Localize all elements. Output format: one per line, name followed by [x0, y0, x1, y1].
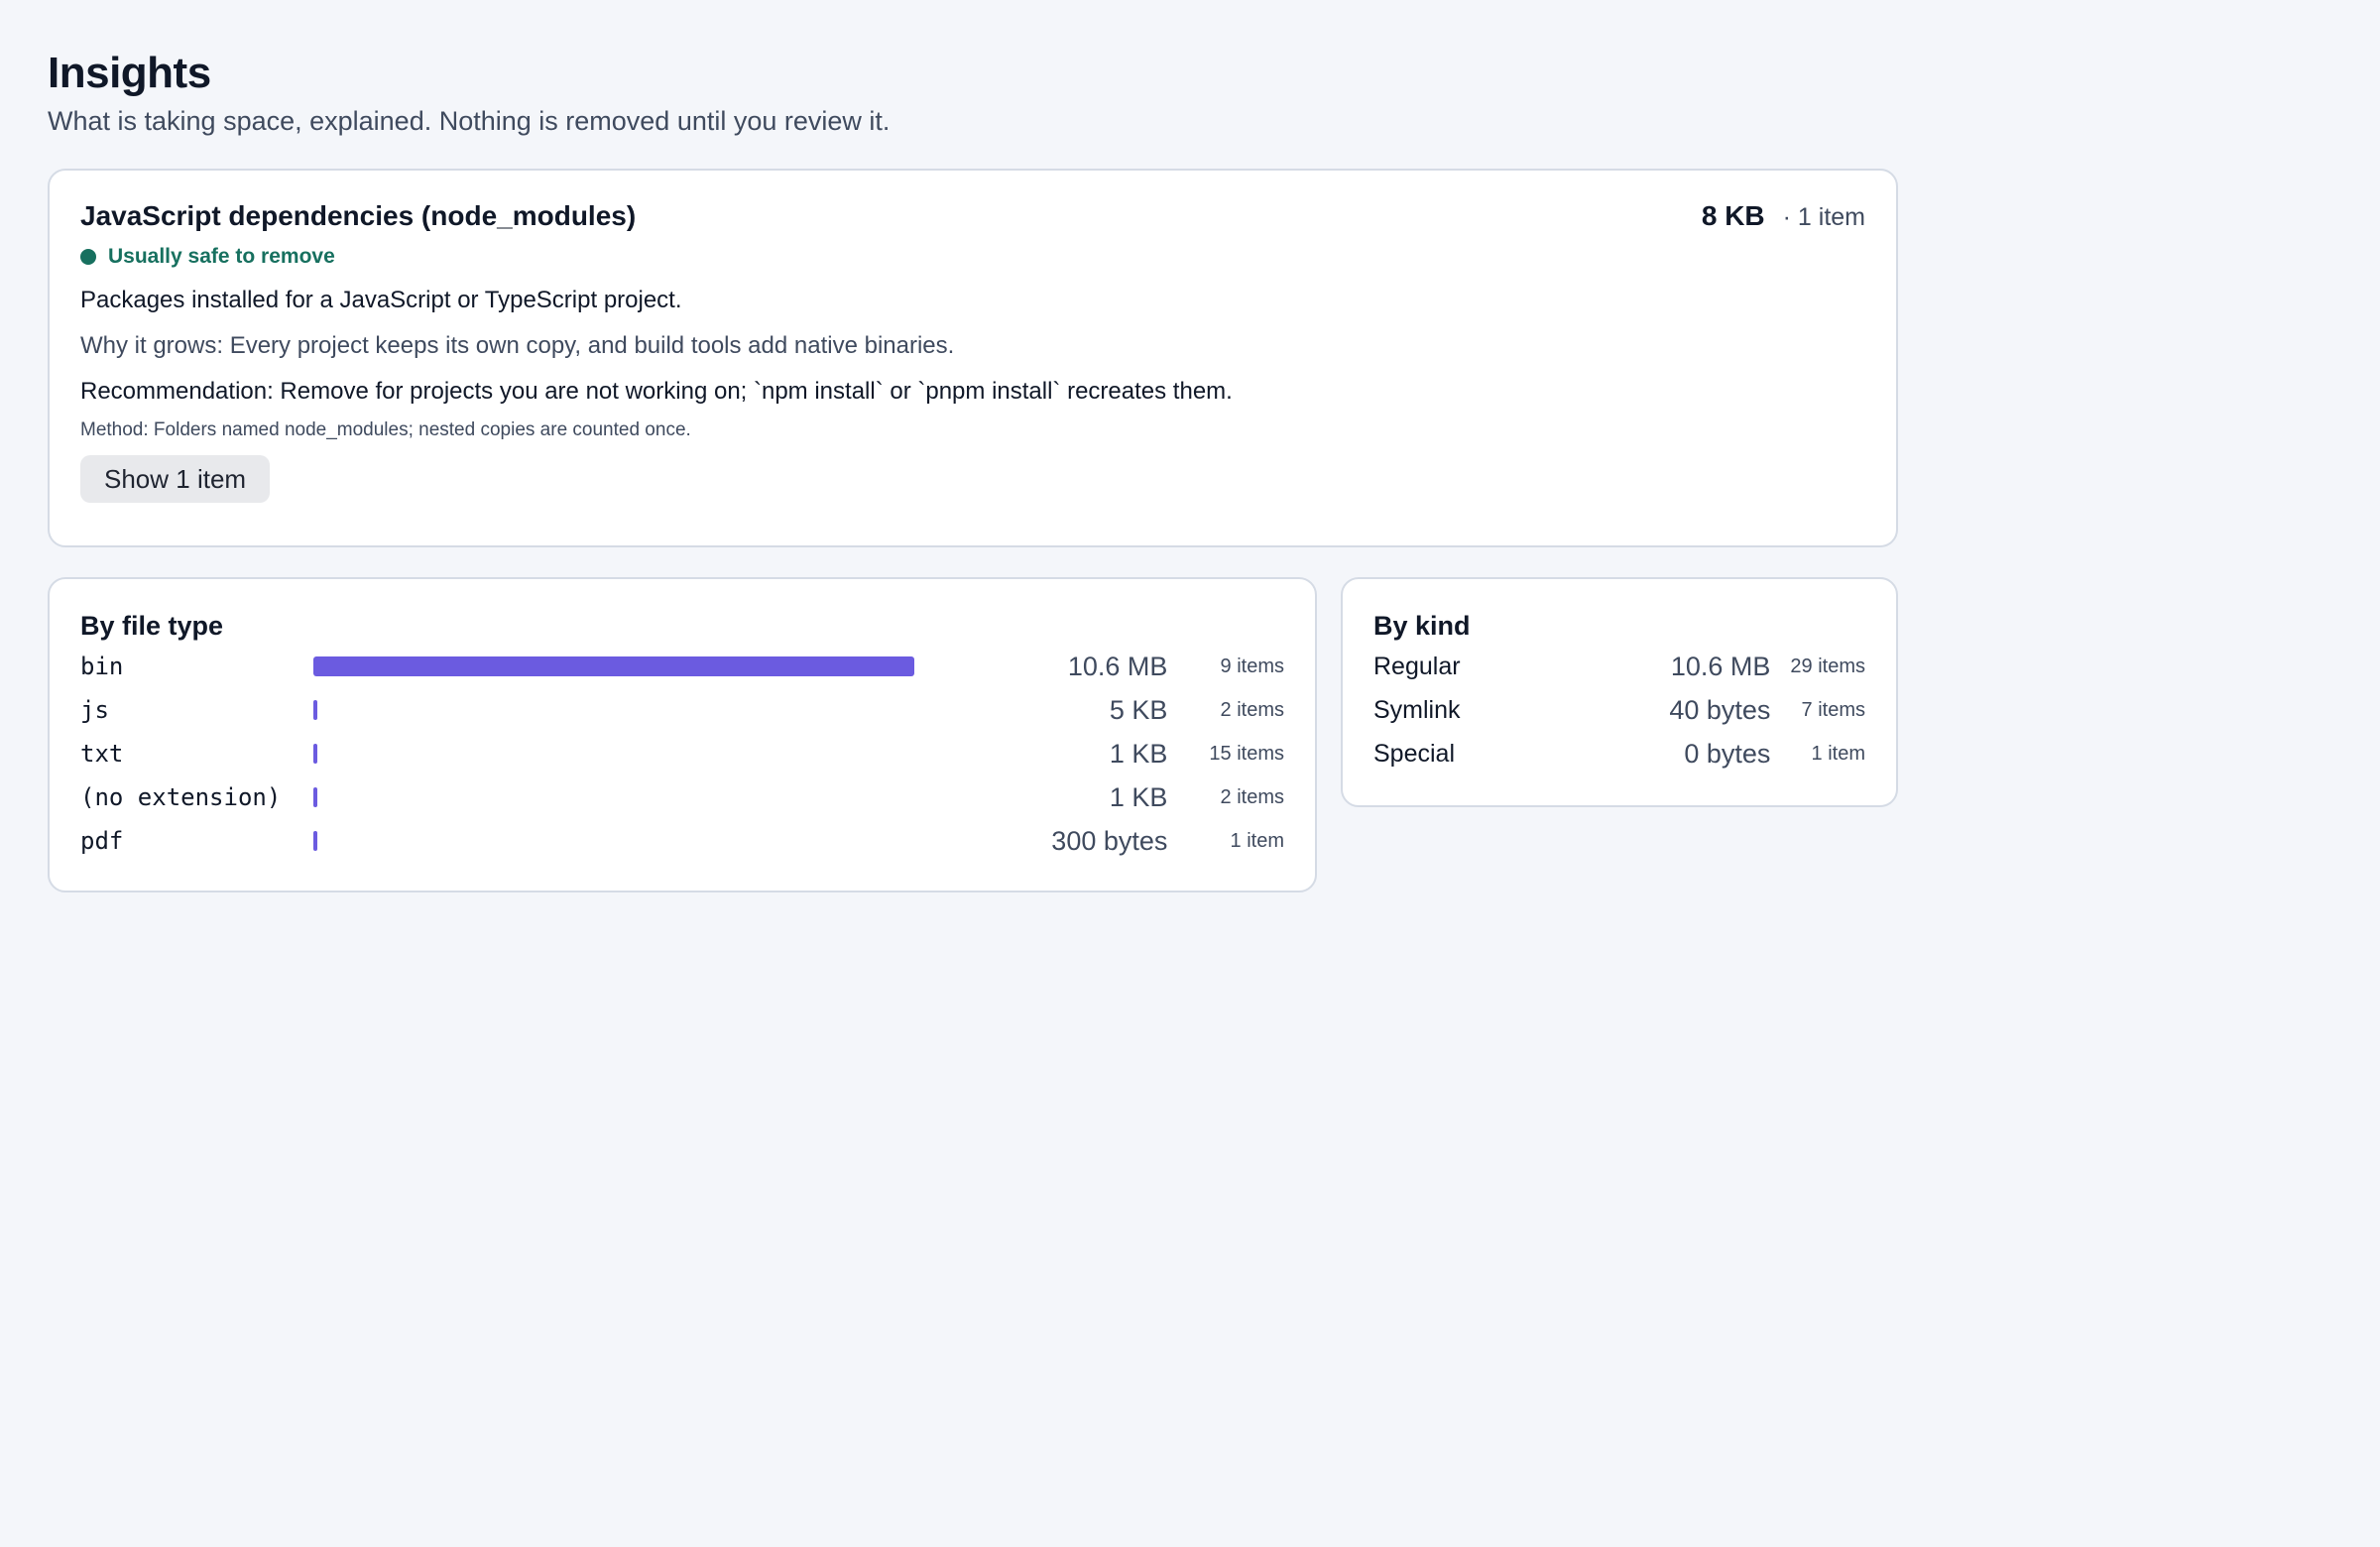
- file-type-name: bin: [80, 653, 124, 680]
- file-type-count: 9 items: [1220, 654, 1284, 677]
- file-type-bar: [313, 700, 318, 720]
- status-dot-icon: [80, 249, 96, 265]
- show-items-button[interactable]: Show 1 item: [80, 455, 271, 503]
- file-type-row: bin 10.6 MB 9 items: [80, 645, 1284, 688]
- file-type-bar-track: [313, 744, 916, 764]
- file-type-list: bin 10.6 MB 9 items js 5 KB 2 items txt …: [80, 645, 1284, 863]
- file-type-bar-track: [313, 700, 916, 720]
- kind-count: 29 items: [1790, 654, 1865, 677]
- kind-row: Symlink 40 bytes 7 items: [1373, 688, 1865, 732]
- file-type-name: pdf: [80, 827, 124, 855]
- insight-size: 8 KB: [1701, 200, 1765, 231]
- by-file-type-card: By file type bin 10.6 MB 9 items js 5 KB…: [48, 577, 1317, 892]
- safety-label: Usually safe to remove: [108, 245, 335, 268]
- kind-size: 10.6 MB: [1670, 651, 1771, 681]
- file-type-bar: [313, 744, 318, 764]
- file-type-name: txt: [80, 740, 124, 768]
- insight-size-summary: 8 KB · 1 item: [1702, 200, 1865, 232]
- kind-count: 7 items: [1801, 698, 1865, 721]
- file-type-bar: [313, 656, 915, 676]
- safety-badge: Usually safe to remove: [80, 243, 1865, 271]
- file-type-row: pdf 300 bytes 1 item: [80, 819, 1284, 863]
- file-type-count: 15 items: [1209, 742, 1284, 765]
- file-type-bar-track: [313, 831, 916, 851]
- kind-count: 1 item: [1811, 742, 1865, 765]
- file-type-count: 2 items: [1220, 698, 1284, 721]
- kind-name: Regular: [1373, 652, 1461, 680]
- insight-recommendation: Recommendation: Remove for projects you …: [80, 378, 1233, 405]
- insight-title: JavaScript dependencies (node_modules): [80, 200, 637, 231]
- page-title: Insights: [48, 49, 211, 97]
- file-type-bar: [313, 787, 318, 807]
- insights-page: Insights What is taking space, explained…: [0, 0, 2380, 1547]
- kind-row: Special 0 bytes 1 item: [1373, 732, 1865, 775]
- file-type-size: 10.6 MB: [1067, 651, 1168, 681]
- insight-method: Method: Folders named node_modules; nest…: [80, 419, 691, 440]
- file-type-name: (no extension): [80, 783, 282, 811]
- by-kind-card: By kind Regular 10.6 MB 29 items Symlink…: [1341, 577, 1898, 807]
- file-type-row: (no extension) 1 KB 2 items: [80, 775, 1284, 819]
- kind-row: Regular 10.6 MB 29 items: [1373, 645, 1865, 688]
- by-kind-title: By kind: [1373, 611, 1471, 641]
- kind-name: Special: [1373, 739, 1455, 768]
- insight-description: Packages installed for a JavaScript or T…: [80, 287, 682, 313]
- kind-list: Regular 10.6 MB 29 items Symlink 40 byte…: [1373, 645, 1865, 775]
- file-type-bar-track: [313, 656, 916, 676]
- file-type-bar: [313, 831, 318, 851]
- file-type-bar-track: [313, 787, 916, 807]
- insight-item-count: · 1 item: [1782, 203, 1865, 231]
- insight-card-node-modules: JavaScript dependencies (node_modules) 8…: [48, 169, 1898, 547]
- file-type-size: 1 KB: [1109, 781, 1168, 812]
- kind-name: Symlink: [1373, 695, 1461, 724]
- file-type-count: 2 items: [1220, 785, 1284, 808]
- file-type-name: js: [80, 696, 109, 724]
- file-type-size: 300 bytes: [1051, 825, 1168, 856]
- kind-size: 40 bytes: [1669, 694, 1771, 725]
- insight-why: Why it grows: Every project keeps its ow…: [80, 332, 955, 359]
- file-type-size: 5 KB: [1109, 694, 1168, 725]
- file-type-size: 1 KB: [1109, 738, 1168, 769]
- kind-size: 0 bytes: [1684, 738, 1771, 769]
- file-type-row: js 5 KB 2 items: [80, 688, 1284, 732]
- by-file-type-title: By file type: [80, 611, 224, 641]
- file-type-row: txt 1 KB 15 items: [80, 732, 1284, 775]
- page-subtitle: What is taking space, explained. Nothing…: [48, 106, 891, 136]
- file-type-count: 1 item: [1230, 829, 1284, 852]
- insight-header: JavaScript dependencies (node_modules) 8…: [80, 198, 1865, 234]
- breakdown-row: By file type bin 10.6 MB 9 items js 5 KB…: [48, 577, 2332, 892]
